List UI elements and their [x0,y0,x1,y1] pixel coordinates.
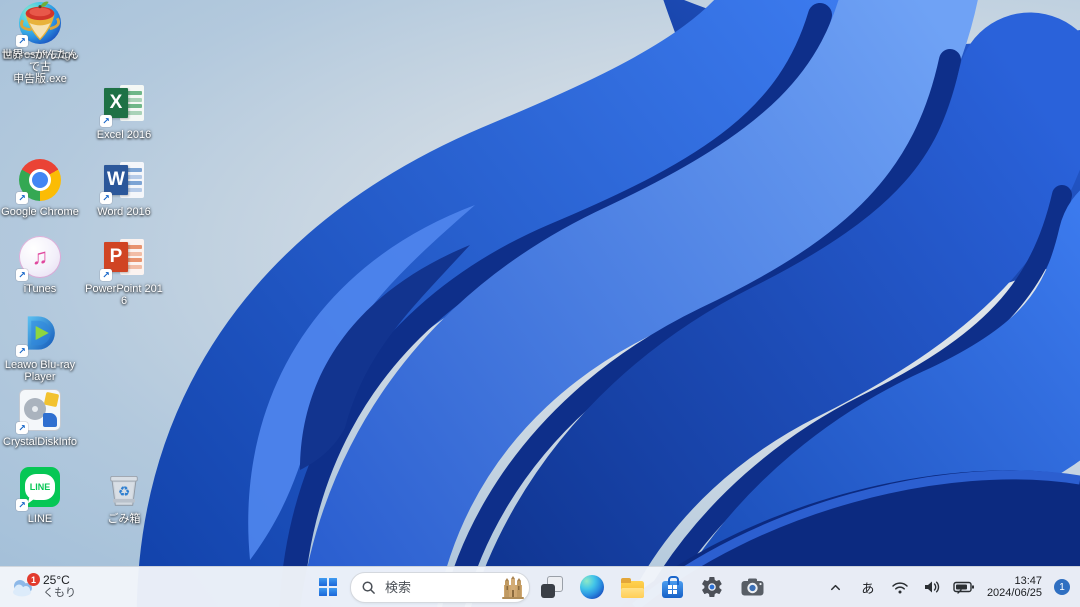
taskbar-search-box[interactable] [350,571,530,603]
shortcut-arrow-icon: ↗ [16,269,28,281]
weather-condition: くもり [43,587,76,599]
notification-count-badge[interactable]: 1 [1054,579,1070,595]
volume-button[interactable] [917,571,947,603]
system-tray: あ 13:47 2024/06/25 1 [821,567,1080,607]
taskbar-edge-button[interactable] [574,569,610,605]
desktop-icon-line[interactable]: LINE ↗ LINE [0,464,80,525]
microsoft-store-button[interactable] [654,569,690,605]
settings-button[interactable] [694,569,730,605]
desktop-icon-label-line2: Player [24,371,56,383]
desktop-icon-crystaldiskinfo[interactable]: ↗ CrystalDiskInfo [0,387,80,448]
desktop-icon-label-line2: 申告版.exe [13,73,67,85]
edge-icon [580,575,604,599]
task-view-button[interactable] [534,569,570,605]
desktop-icon-google-chrome[interactable]: ↗ Google Chrome [0,157,80,218]
desktop-icon-label: Word 2016 [97,206,151,218]
gear-icon [702,576,722,598]
desktop-icon-word-2016[interactable]: W ↗ Word 2016 [84,157,164,218]
weather-badge: 1 [27,573,40,586]
desktop-icon-label: CrystalDiskInfo [3,436,77,448]
shortcut-arrow-icon: ↗ [16,422,28,434]
file-explorer-button[interactable] [614,569,650,605]
camera-icon [741,578,763,596]
search-highlight-castle-image[interactable] [501,575,525,599]
search-icon [362,581,375,594]
shortcut-arrow-icon: ↗ [16,192,28,204]
windows-logo-icon [319,578,337,596]
desktop-icon-leawo-blu-ray-player[interactable]: ↗ Leawo Blu-ray Player [0,310,80,383]
hidden-icons-button[interactable] [821,571,851,603]
shortcut-arrow-icon: ↗ [100,269,112,281]
desktop-icon-label: Google Chrome [1,206,79,218]
battery-charging-icon [953,581,974,594]
desktop-icon-label: PowerPoint 2016 [85,283,163,307]
clock-date: 2024/06/25 [986,587,1042,599]
shortcut-arrow-icon: ↗ [100,115,112,127]
desktop-icon-label: iTunes [23,283,57,295]
shortcut-arrow-icon: ↗ [100,192,112,204]
desktop-icon-label: Excel 2016 [96,129,152,141]
taskbar-center-group [310,567,770,607]
desktop-icon-label: Leawo Blu-ray [4,359,76,371]
recycle-bin-icon: ♻ [110,476,138,506]
desktop-icon-label: ごみ箱 [107,513,141,525]
battery-button[interactable] [949,571,979,603]
svg-text:♻: ♻ [118,484,130,499]
taskbar: 1 25°C くもり 検索 あ 13:47 2024/06/25 1 [0,566,1080,607]
camera-button[interactable] [734,569,770,605]
cloud-weather-icon: 1 [10,573,40,598]
chevron-up-icon [831,584,841,590]
desktop-icon-sekaiichi-kantan-shinkoku[interactable]: 世界一かんたんで古 申告版.exe [0,0,80,85]
search-input[interactable] [383,578,494,596]
shortcut-arrow-icon: ↗ [16,499,28,511]
desktop-icon-powerpoint-2016[interactable]: P ↗ PowerPoint 2016 [84,234,164,307]
desktop-icon-label: 世界一かんたんで古 [1,49,79,73]
desktop-icon-recycle-bin[interactable]: ♻ ごみ箱 [84,464,164,525]
desktop-icon-label: LINE [27,513,53,525]
speaker-icon [925,581,940,593]
store-bag-icon [661,576,683,598]
task-view-icon [541,576,563,598]
weather-temperature: 25°C [43,573,70,587]
wifi-icon [892,582,908,594]
folder-icon [620,578,644,598]
ime-indicator[interactable]: あ [853,571,883,603]
weather-widget[interactable]: 1 25°C くもり [0,567,86,607]
desktop-icon-excel-2016[interactable]: X ↗ Excel 2016 [84,80,164,141]
shortcut-arrow-icon: ↗ [16,345,28,357]
start-button[interactable] [310,569,346,605]
clock-time: 13:47 [1014,574,1042,587]
desktop-icon-itunes[interactable]: ♫ ↗ iTunes [0,234,80,295]
spinning-top-icon [20,1,60,41]
wifi-button[interactable] [885,571,915,603]
clock[interactable]: 13:47 2024/06/25 [981,575,1048,600]
